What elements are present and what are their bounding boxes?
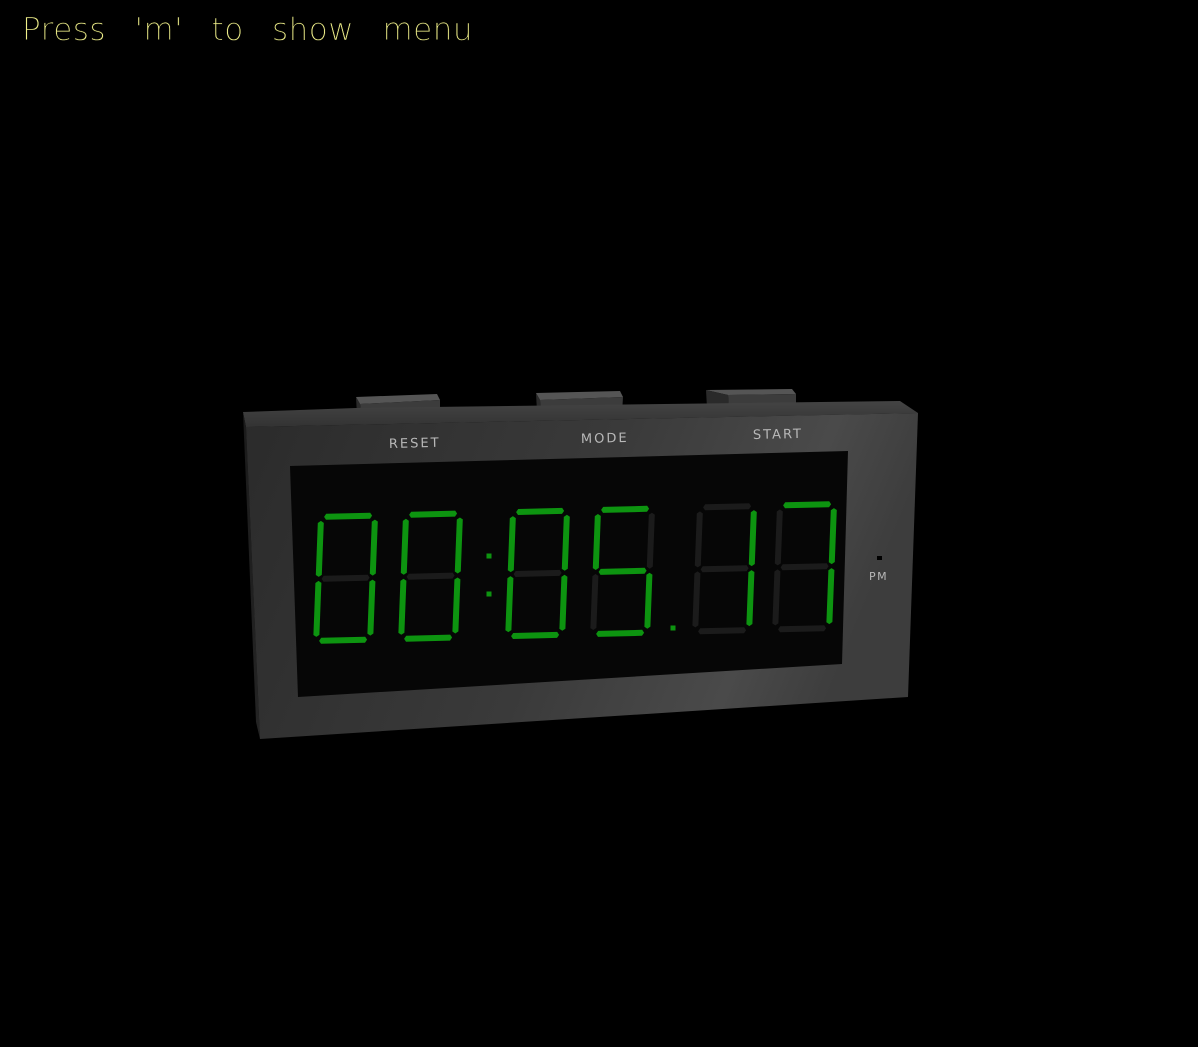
segment-g — [513, 569, 562, 577]
segment-g — [321, 574, 370, 582]
stopwatch-scene: RESET MODE START PM — [243, 389, 918, 739]
segment-g — [780, 563, 829, 571]
pm-indicator-label: PM — [869, 570, 888, 583]
mode-label: MODE — [581, 431, 629, 447]
segment-d — [698, 627, 747, 635]
start-label: START — [753, 427, 803, 443]
segment-g — [700, 565, 749, 573]
decimal-point — [670, 625, 676, 631]
segment-d — [778, 625, 827, 633]
segment-a — [601, 505, 650, 513]
segment-a — [783, 501, 832, 509]
segment-g — [598, 567, 647, 575]
pm-indicator-dot — [877, 556, 882, 560]
segment-d — [404, 634, 453, 642]
colon-dot-lower — [486, 591, 492, 597]
segment-a — [703, 503, 752, 511]
reset-label: RESET — [389, 436, 441, 452]
segment-a — [409, 510, 458, 518]
segment-d — [319, 636, 368, 644]
segment-a — [324, 512, 373, 520]
segment-d — [596, 629, 645, 637]
colon-dot-upper — [486, 553, 492, 559]
segment-d — [511, 631, 560, 639]
segment-a — [516, 507, 565, 515]
segment-g — [406, 572, 455, 580]
